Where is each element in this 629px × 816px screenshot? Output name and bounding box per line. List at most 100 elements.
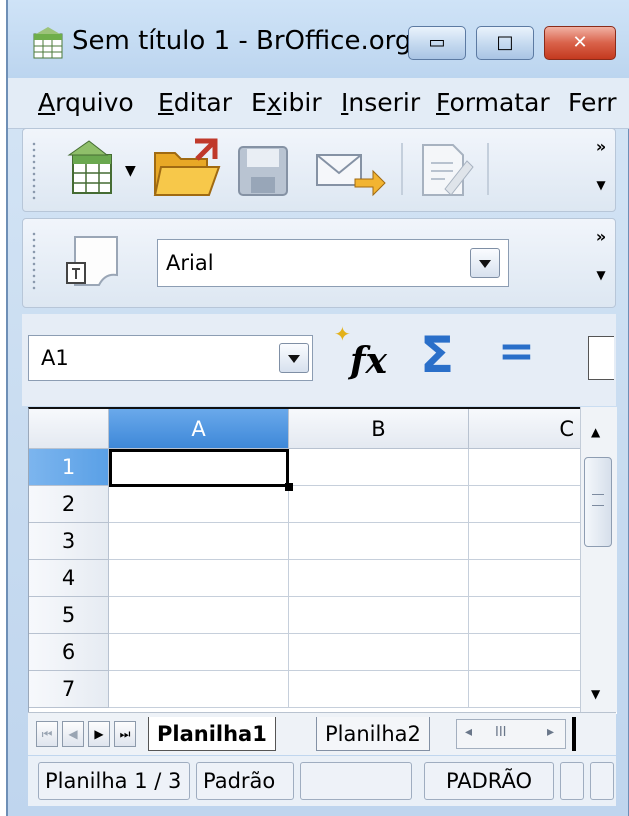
cell-b1[interactable] [289, 449, 469, 486]
cell-c2[interactable] [469, 486, 581, 523]
cell-a5[interactable] [109, 597, 289, 634]
new-spreadsheet-icon[interactable] [63, 137, 119, 197]
cell-b3[interactable] [289, 523, 469, 560]
select-all-corner[interactable] [29, 409, 109, 449]
standard-toolbar: ▼ » ▼ [22, 128, 616, 212]
column-header-a[interactable]: A [109, 409, 289, 449]
menu-formatar[interactable]: Formatar [436, 88, 550, 117]
function-wizard-icon: fx [350, 340, 387, 382]
row-header-1[interactable]: 1 [29, 449, 109, 486]
toolbar-grip[interactable] [31, 141, 37, 201]
cell-a3[interactable] [109, 523, 289, 560]
function-wizard-button[interactable]: ✦ fx [332, 322, 402, 392]
chevron-down-icon: ▼ [596, 178, 606, 192]
equals-icon[interactable]: = [498, 326, 535, 377]
menu-arquivo[interactable]: Arquivo [38, 88, 134, 117]
horizontal-scrollbar[interactable]: ◂ III ▸ [456, 719, 566, 749]
cell-b7[interactable] [289, 671, 469, 708]
status-selection-mode[interactable] [560, 762, 584, 800]
sheet-tab-bar: ⏮ ◀ ▶ ⏭ Planilha1 Planilha2 ◂ III ▸ [28, 712, 616, 755]
scroll-right-icon[interactable]: ▸ [547, 724, 554, 740]
sum-icon[interactable]: Σ [420, 326, 454, 384]
row-header-6[interactable]: 6 [29, 634, 109, 671]
save-icon[interactable] [235, 143, 291, 199]
row-header-3[interactable]: 3 [29, 523, 109, 560]
status-sheet-position: Planilha 1 / 3 [38, 762, 190, 800]
status-modified [590, 762, 614, 800]
column-header-b[interactable]: B [289, 409, 469, 449]
chevron-down-icon: ▼ [596, 268, 606, 282]
vertical-scrollbar[interactable]: ▲ ▼ [580, 407, 617, 712]
status-page-style[interactable]: Padrão [196, 762, 294, 800]
cell-a6[interactable] [109, 634, 289, 671]
maximize-icon: □ [496, 32, 514, 53]
row-header-4[interactable]: 4 [29, 560, 109, 597]
toolbar-grip[interactable] [31, 231, 37, 291]
maximize-button[interactable]: □ [476, 26, 534, 60]
row-header-2[interactable]: 2 [29, 486, 109, 523]
row-header-5[interactable]: 5 [29, 597, 109, 634]
cell-c7[interactable] [469, 671, 581, 708]
scroll-up-icon[interactable]: ▲ [591, 425, 600, 439]
minimize-button[interactable]: ▭ [408, 26, 466, 60]
menu-bar: Arquivo Editar Exibir Inserir Formatar F… [8, 78, 629, 129]
cell-a2[interactable] [109, 486, 289, 523]
window-title: Sem título 1 - BrOffice.org ... [72, 26, 445, 56]
cell-c1[interactable] [469, 449, 581, 486]
open-folder-icon[interactable] [151, 137, 223, 199]
name-box-dropdown-button[interactable] [279, 343, 309, 373]
cell-a7[interactable] [109, 671, 289, 708]
cell-b5[interactable] [289, 597, 469, 634]
previous-sheet-button[interactable]: ◀ [62, 721, 84, 747]
name-box[interactable]: A1 [28, 335, 313, 381]
toolbar-overflow-button[interactable]: » ▼ [593, 137, 609, 192]
menu-ferramentas[interactable]: Ferr [568, 88, 617, 117]
row-header-7[interactable]: 7 [29, 671, 109, 708]
sheet-tab-planilha1[interactable]: Planilha1 [148, 717, 276, 751]
app-window: Sem título 1 - BrOffice.org ... ▭ □ ✕ Ar… [6, 0, 629, 816]
first-sheet-button[interactable]: ⏮ [36, 721, 58, 747]
horizontal-scroll-thumb[interactable]: III [495, 725, 507, 740]
dropdown-arrow-icon[interactable]: ▼ [125, 163, 136, 179]
styles-icon[interactable] [61, 233, 123, 289]
last-sheet-button[interactable]: ⏭ [114, 721, 136, 747]
edit-file-icon[interactable] [415, 139, 475, 201]
font-dropdown-button[interactable] [470, 248, 500, 278]
status-insert-mode[interactable]: PADRÃO [424, 762, 554, 800]
cell-c5[interactable] [469, 597, 581, 634]
next-sheet-button[interactable]: ▶ [88, 721, 110, 747]
overflow-icon: » [595, 227, 607, 246]
title-bar[interactable]: Sem título 1 - BrOffice.org ... ▭ □ ✕ [8, 0, 629, 78]
grip-lines-icon [592, 494, 604, 506]
menu-inserir[interactable]: Inserir [341, 88, 420, 117]
menu-editar[interactable]: Editar [158, 88, 232, 117]
font-name-combobox[interactable]: Arial [157, 239, 509, 287]
close-button[interactable]: ✕ [544, 26, 616, 60]
column-header-c[interactable]: C [469, 409, 581, 449]
toolbar-overflow-button[interactable]: » ▼ [593, 227, 609, 282]
close-icon: ✕ [572, 32, 588, 53]
toolbar-separator [401, 143, 403, 195]
status-bar: Planilha 1 / 3 Padrão PADRÃO [28, 756, 616, 806]
active-cell-cursor [109, 449, 289, 487]
cell-c3[interactable] [469, 523, 581, 560]
cell-c4[interactable] [469, 560, 581, 597]
sheet-tab-planilha2[interactable]: Planilha2 [316, 717, 430, 751]
cell-b4[interactable] [289, 560, 469, 597]
scroll-down-icon[interactable]: ▼ [591, 687, 600, 701]
email-icon[interactable] [313, 151, 387, 199]
cell-c6[interactable] [469, 634, 581, 671]
fill-handle[interactable] [285, 483, 293, 491]
formula-input[interactable] [588, 336, 614, 380]
cell-a4[interactable] [109, 560, 289, 597]
tab-splitter[interactable] [572, 717, 576, 751]
scroll-left-icon[interactable]: ◂ [465, 724, 472, 740]
status-zoom[interactable] [300, 762, 412, 800]
vertical-scroll-thumb[interactable] [584, 457, 612, 547]
name-box-value: A1 [41, 346, 69, 370]
cell-b6[interactable] [289, 634, 469, 671]
sparkle-icon: ✦ [334, 322, 351, 346]
overflow-icon: » [595, 137, 607, 156]
menu-exibir[interactable]: Exibir [251, 88, 322, 117]
cell-b2[interactable] [289, 486, 469, 523]
